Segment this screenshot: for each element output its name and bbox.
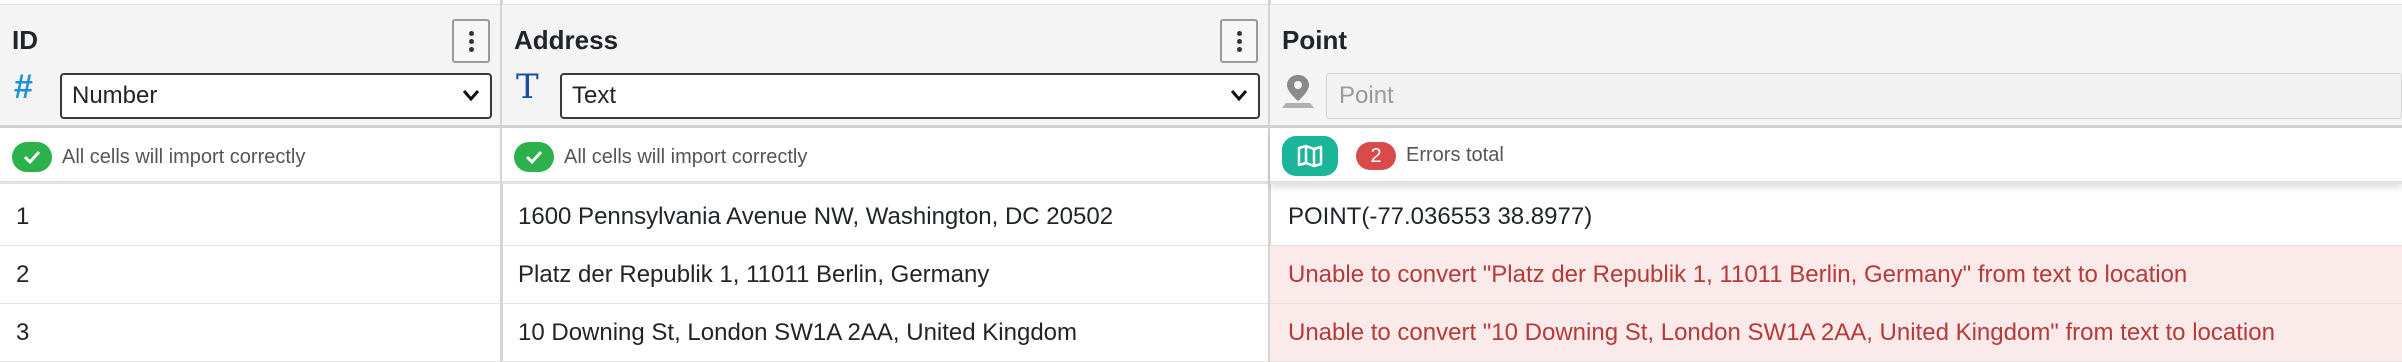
dot [1236, 30, 1242, 36]
column-type-value: Number [72, 82, 158, 109]
error-count-badge: 2 [1356, 142, 1396, 170]
column-type-input[interactable]: Point [1326, 73, 2402, 119]
column-type-select[interactable]: Number [60, 73, 492, 119]
column-cells: POINT(-77.036553 38.8977) Unable to conv… [1270, 188, 2402, 362]
column-type-select[interactable]: Text [560, 73, 1260, 119]
chevron-down-icon [1230, 75, 1248, 131]
column-header: ID # Number [0, 4, 500, 128]
map-pin-icon [1280, 71, 1316, 111]
column-menu-button[interactable] [452, 19, 490, 63]
table-cell[interactable]: 2 [0, 246, 500, 304]
dot [468, 46, 474, 52]
column-menu-button[interactable] [1220, 19, 1258, 63]
column-cells: 1 2 3 [0, 188, 500, 362]
hash-icon: # [14, 68, 33, 106]
column-cells: 1600 Pennsylvania Avenue NW, Washington,… [502, 188, 1268, 362]
table-cell-error[interactable]: Unable to convert "Platz der Republik 1,… [1270, 246, 2402, 304]
table-cell-error[interactable]: Unable to convert "10 Downing St, London… [1270, 304, 2402, 362]
column-address: Address T Text All cells will import cor… [502, 0, 1268, 362]
map-button[interactable] [1282, 136, 1338, 176]
table-cell[interactable]: 1600 Pennsylvania Avenue NW, Washington,… [502, 188, 1268, 246]
check-icon [514, 142, 554, 172]
column-title: ID [12, 25, 38, 55]
column-title: Address [514, 25, 619, 55]
table-cell[interactable]: POINT(-77.036553 38.8977) [1270, 188, 2402, 246]
column-point: Point Point 2 Errors total POINT(-77.036… [1270, 0, 2402, 362]
text-type-icon: T [516, 67, 539, 107]
table-cell[interactable]: Platz der Republik 1, 11011 Berlin, Germ… [502, 246, 1268, 304]
column-header: Point Point [1270, 4, 2402, 128]
table-cell[interactable]: 3 [0, 304, 500, 362]
column-status: 2 Errors total [1270, 128, 2402, 184]
status-text: All cells will import correctly [62, 146, 306, 168]
column-id: ID # Number All cells will import correc… [0, 0, 500, 362]
status-text: All cells will import correctly [564, 146, 808, 168]
check-icon [12, 142, 52, 172]
column-title: Point [1282, 25, 1347, 55]
column-type-value: Text [572, 82, 617, 109]
table-cell[interactable]: 10 Downing St, London SW1A 2AA, United K… [502, 304, 1268, 362]
dot [1236, 46, 1242, 52]
column-status: All cells will import correctly [0, 128, 500, 184]
dot [468, 30, 474, 36]
table-cell[interactable]: 1 [0, 188, 500, 246]
column-header: Address T Text [502, 4, 1268, 128]
dot [468, 38, 474, 44]
column-status: All cells will import correctly [502, 128, 1268, 184]
import-preview-grid: ID # Number All cells will import correc… [0, 0, 2402, 362]
chevron-down-icon [462, 75, 480, 131]
map-icon [1297, 144, 1323, 168]
error-label: Errors total [1406, 144, 1504, 166]
dot [1236, 38, 1242, 44]
